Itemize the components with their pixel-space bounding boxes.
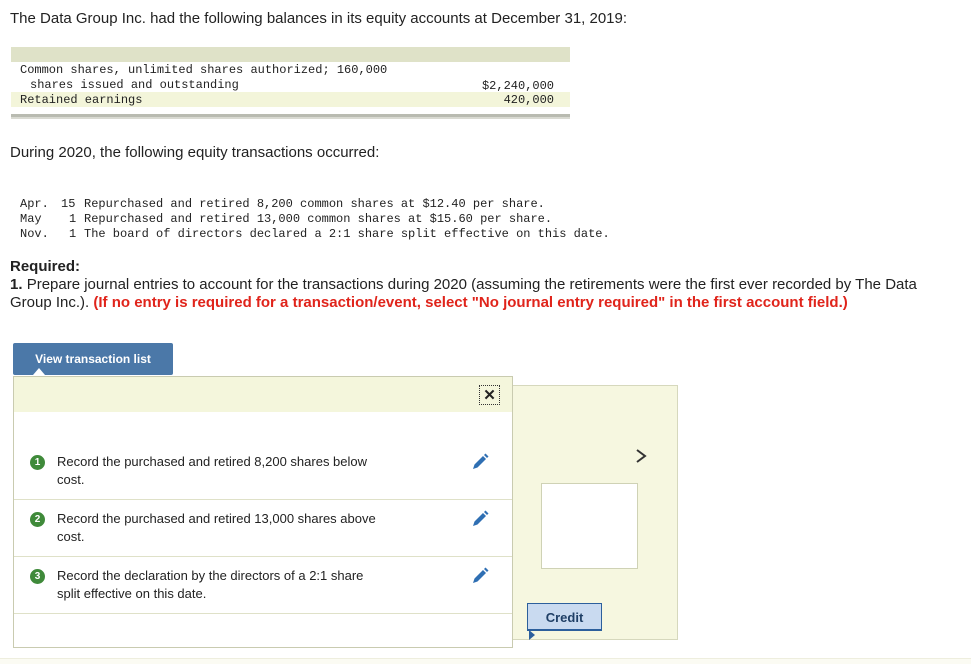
close-icon[interactable]: ✕ bbox=[479, 385, 500, 405]
balance-label-retained: Retained earnings bbox=[20, 93, 143, 107]
balance-value-common: $2,240,000 bbox=[481, 79, 554, 93]
step-number-badge: 3 bbox=[30, 569, 45, 584]
balance-value-retained: 420,000 bbox=[503, 93, 554, 107]
list-item-line1: Record the purchased and retired 13,000 … bbox=[57, 511, 376, 526]
tx-day: 1 bbox=[69, 212, 77, 226]
tx-month: Nov. bbox=[20, 227, 49, 241]
tx-text: Repurchased and retired 8,200 common sha… bbox=[84, 197, 545, 211]
list-item-text[interactable]: Record the purchased and retired 8,200 s… bbox=[57, 453, 427, 489]
required-title: Required: bbox=[10, 258, 81, 275]
balances-bottom-rule-shade bbox=[11, 117, 570, 119]
tx-text: Repurchased and retired 13,000 common sh… bbox=[84, 212, 553, 226]
tx-day: 15 bbox=[61, 197, 76, 211]
list-item-line2: cost. bbox=[57, 472, 85, 487]
balances-header-bar bbox=[11, 47, 570, 62]
tx-month: May bbox=[20, 212, 42, 226]
chevron-right-icon bbox=[636, 449, 647, 463]
edit-pencil-icon[interactable] bbox=[470, 452, 490, 472]
list-item-line2: split effective on this date. bbox=[57, 586, 207, 601]
page-bottom-strip bbox=[0, 658, 971, 664]
list-item-text[interactable]: Record the purchased and retired 13,000 … bbox=[57, 510, 427, 546]
pencil-icon bbox=[473, 453, 489, 469]
tx-day: 1 bbox=[69, 227, 77, 241]
balance-label-common-line1: Common shares, unlimited shares authoriz… bbox=[20, 63, 388, 77]
edit-pencil-icon[interactable] bbox=[470, 509, 490, 529]
edit-pencil-icon[interactable] bbox=[470, 566, 490, 586]
pencil-icon bbox=[473, 567, 489, 583]
pencil-icon bbox=[473, 510, 489, 526]
intro-text: The Data Group Inc. had the following ba… bbox=[10, 10, 628, 27]
row-marker-icon bbox=[529, 630, 535, 640]
required-number: 1. bbox=[10, 276, 23, 293]
list-item-line1: Record the purchased and retired 8,200 s… bbox=[57, 454, 368, 469]
transactions-intro: During 2020, the following equity transa… bbox=[10, 144, 380, 161]
required-instructions: 1. Prepare journal entries to account fo… bbox=[10, 276, 950, 312]
next-arrow-icon[interactable] bbox=[634, 447, 648, 470]
list-item-line1: Record the declaration by the directors … bbox=[57, 568, 364, 583]
step-number-badge: 1 bbox=[30, 455, 45, 470]
balance-label-common-line2: shares issued and outstanding bbox=[30, 78, 239, 92]
journal-entry-box bbox=[541, 483, 638, 569]
credit-column-header: Credit bbox=[527, 603, 602, 631]
popup-pointer bbox=[33, 368, 45, 375]
step-number-badge: 2 bbox=[30, 512, 45, 527]
tx-text: The board of directors declared a 2:1 sh… bbox=[84, 227, 610, 241]
tx-month: Apr. bbox=[20, 197, 49, 211]
credit-underline bbox=[527, 629, 602, 631]
list-item-line2: cost. bbox=[57, 529, 85, 544]
popup-header bbox=[14, 377, 512, 412]
required-note: (If no entry is required for a transacti… bbox=[93, 294, 848, 311]
list-item-text[interactable]: Record the declaration by the directors … bbox=[57, 567, 427, 603]
